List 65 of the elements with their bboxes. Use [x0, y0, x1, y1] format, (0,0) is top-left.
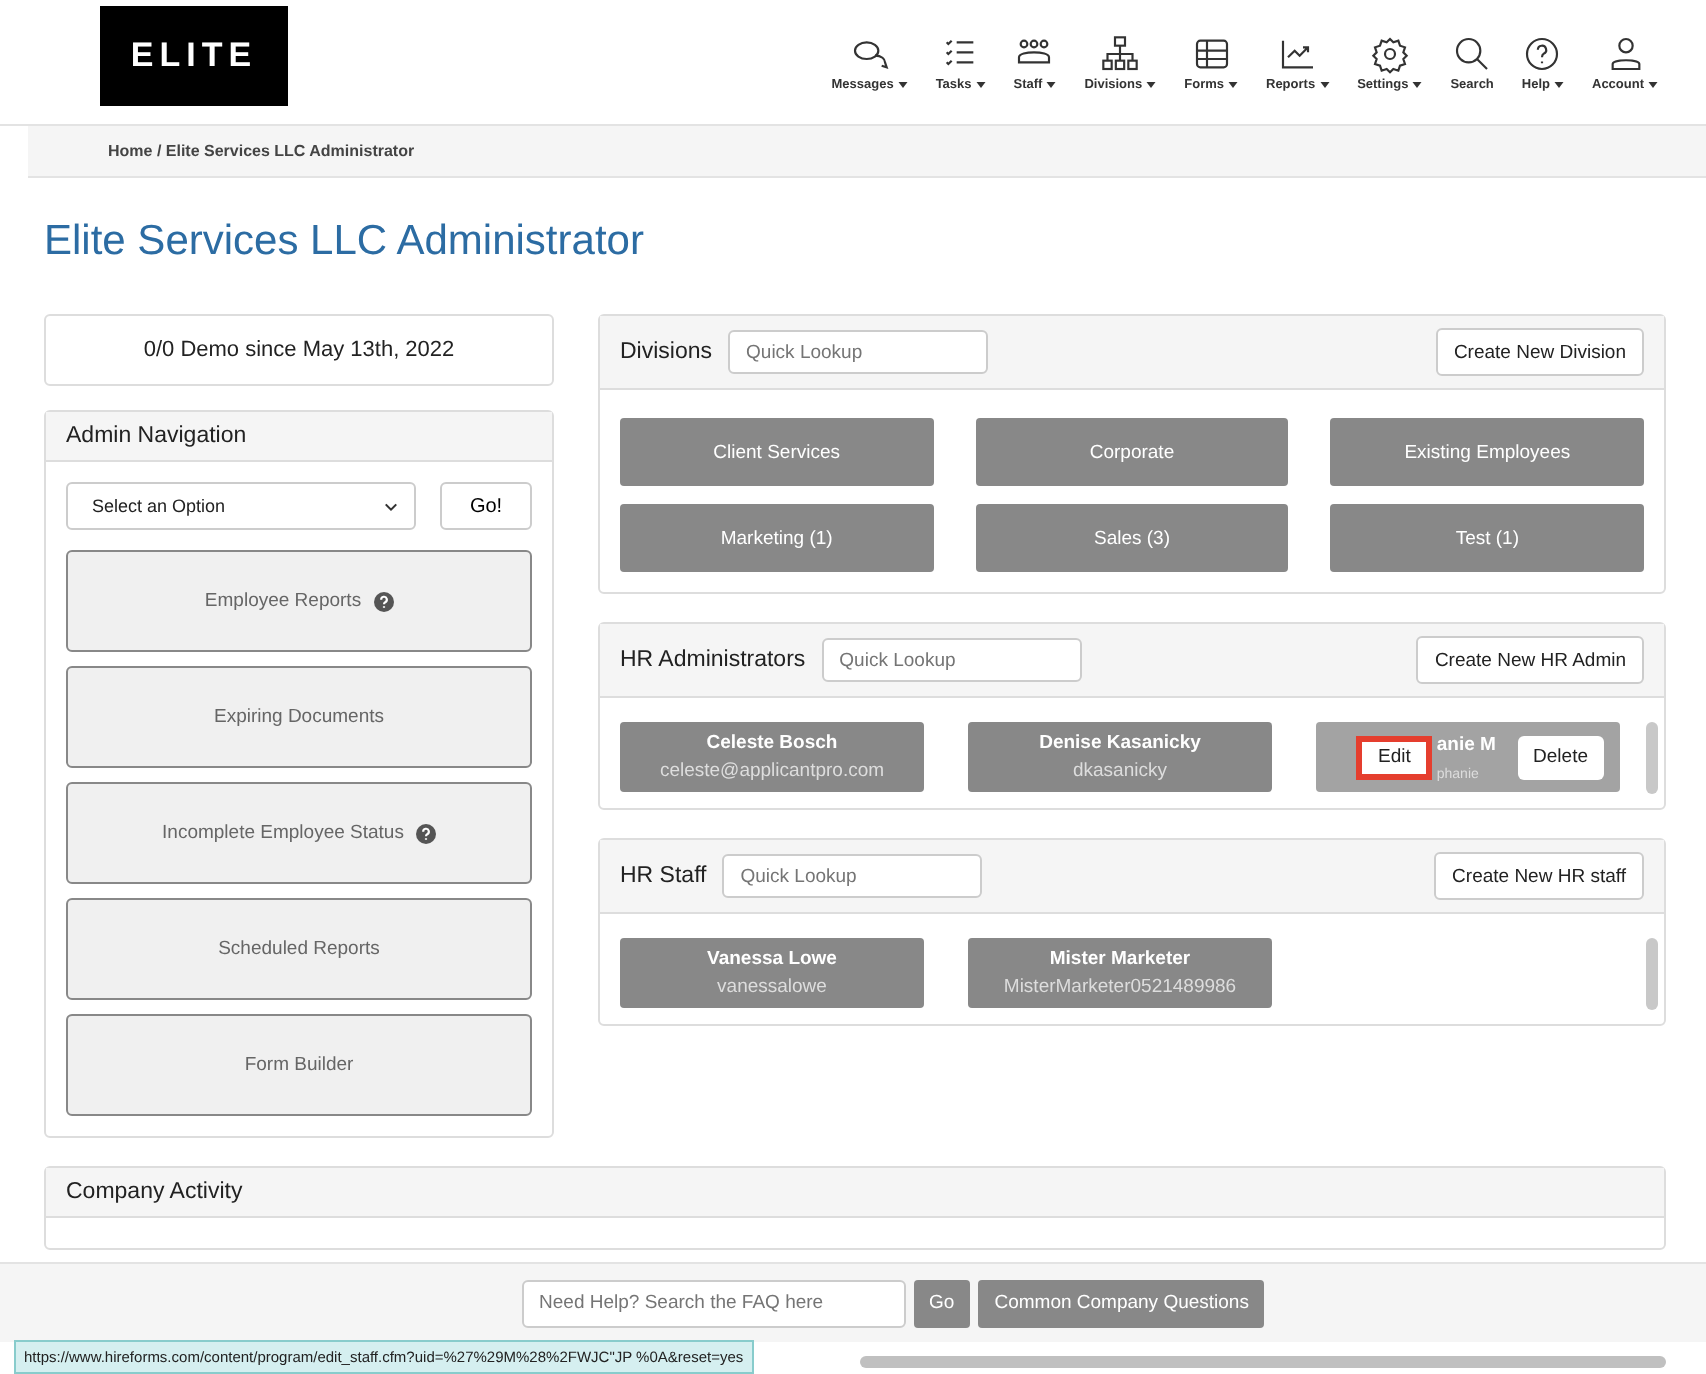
person-login: celeste@applicantpro.com: [659, 760, 885, 782]
edit-button[interactable]: Edit: [1356, 735, 1433, 779]
person-name: Celeste Bosch: [706, 732, 838, 754]
caret-icon: [1412, 81, 1423, 87]
lookup-field[interactable]: Quick Lookup: [821, 638, 1082, 682]
admin-nav-button[interactable]: Form Builder: [66, 1014, 532, 1116]
breadcrumb: Home / Elite Services LLC Administrator: [108, 142, 415, 160]
faq-search-field[interactable]: Need Help? Search the FAQ here: [521, 1279, 906, 1327]
person-login: MisterMarketer0521489986: [1003, 976, 1237, 998]
division-button[interactable]: Existing Employees: [1330, 418, 1644, 486]
panel-title: Company Activity: [66, 1180, 243, 1204]
create-button[interactable]: Create New Division: [1435, 328, 1644, 376]
person-name: Denise Kasanicky: [1039, 732, 1201, 754]
admin-nav-button[interactable]: Employee Reports: [66, 550, 532, 652]
common-questions-button[interactable]: Common Company Questions: [978, 1279, 1265, 1327]
division-button[interactable]: Corporate: [975, 418, 1289, 486]
lookup-field[interactable]: Quick Lookup: [722, 854, 983, 898]
scrollbar[interactable]: [1646, 938, 1658, 1010]
division-button[interactable]: Marketing (1): [620, 504, 934, 572]
go-button[interactable]: Go: [913, 1279, 971, 1327]
panel-title: HR Staff: [620, 864, 707, 888]
chevron-icon: [384, 501, 398, 511]
option-dropdown[interactable]: Select an Option: [66, 482, 416, 530]
help-icon: [373, 591, 394, 611]
create-button[interactable]: Create New HR staff: [1434, 852, 1644, 900]
panel-title: HR Administrators: [620, 648, 806, 672]
admin-nav-button[interactable]: Expiring Documents: [66, 666, 532, 768]
division-button[interactable]: Test (1): [1330, 504, 1644, 572]
caret-icon: [1228, 81, 1238, 87]
caret-icon: [897, 81, 908, 87]
division-button[interactable]: Sales (3): [975, 504, 1289, 572]
division-button[interactable]: Client Services: [620, 418, 934, 486]
elite-logo[interactable]: ELITE: [100, 6, 288, 106]
person-card[interactable]: Celeste Bosch celeste@applicantpro.com: [620, 722, 924, 792]
panel-title: Divisions: [620, 340, 713, 364]
person-name: anie M: [1436, 733, 1496, 755]
admin-nav-button[interactable]: Incomplete Employee Status: [66, 782, 532, 884]
scrollbar[interactable]: [860, 1356, 1666, 1368]
caret-icon: [975, 81, 986, 87]
search-icon: [1452, 33, 1493, 73]
person-card[interactable]: Denise Kasanicky dkasanicky: [968, 722, 1272, 792]
help-icon: [1522, 33, 1563, 73]
help-icon: [415, 823, 436, 843]
settings-icon: [1369, 33, 1410, 73]
person-name: Mister Marketer: [1049, 948, 1191, 970]
person-card[interactable]: Mister Marketer MisterMarketer0521489986: [968, 938, 1272, 1008]
person-name: Vanessa Lowe: [707, 948, 837, 970]
person-login: vanessalowe: [717, 976, 827, 998]
person-login: dkasanicky: [1072, 760, 1167, 782]
scrollbar[interactable]: [1646, 722, 1658, 794]
delete-button[interactable]: Delete: [1517, 735, 1604, 779]
caret-icon: [1648, 81, 1658, 87]
org-chart-icon: [1100, 33, 1141, 73]
create-button[interactable]: Create New HR Admin: [1416, 636, 1644, 684]
caret-icon: [1554, 81, 1564, 87]
panel-title: Admin Navigation: [66, 424, 247, 448]
demo-status-card: 0/0 Demo since May 13th, 2022: [44, 314, 554, 386]
lookup-field[interactable]: Quick Lookup: [728, 330, 989, 374]
admin-nav-button[interactable]: Scheduled Reports: [66, 898, 532, 1000]
caret-icon: [1319, 81, 1330, 87]
page-title: Elite Services LLC Administrator: [44, 218, 646, 266]
person-card[interactable]: Vanessa Lowe vanessalowe: [620, 938, 924, 1008]
caret-icon: [1146, 81, 1157, 87]
caret-icon: [1046, 81, 1057, 87]
go-button[interactable]: Go!: [440, 482, 532, 530]
